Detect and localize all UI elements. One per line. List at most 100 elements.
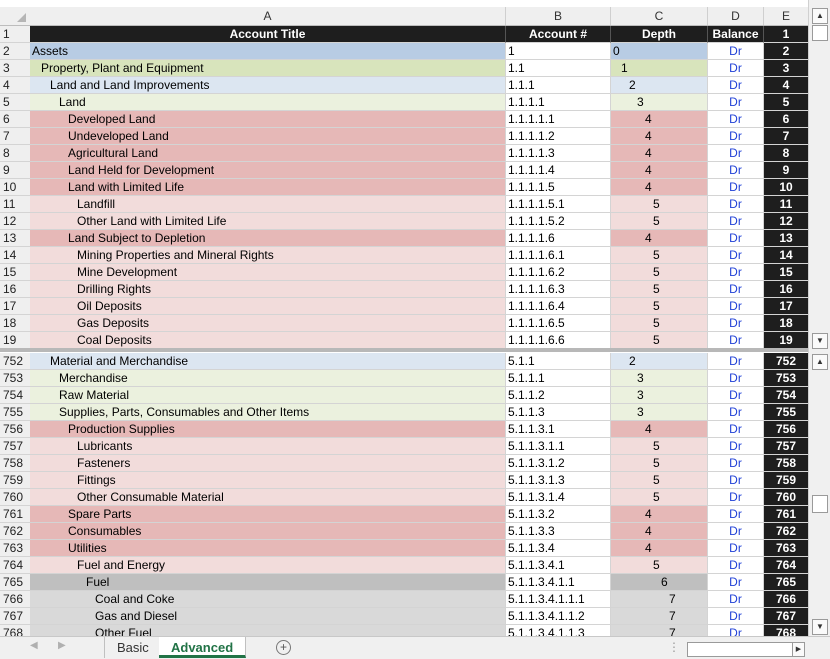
e-value-cell[interactable]: 758 <box>764 455 808 472</box>
balance-cell[interactable]: Dr <box>708 145 764 162</box>
e-value-cell[interactable]: 14 <box>764 247 808 264</box>
row-number[interactable]: 6 <box>0 111 33 128</box>
account-number-cell[interactable]: 5.1.1.3.2 <box>506 506 611 523</box>
account-title-cell[interactable]: Other Fuel <box>30 625 506 636</box>
balance-cell[interactable]: Dr <box>708 455 764 472</box>
vertical-scrollbar[interactable]: ▲ ▼ ▲ ▼ <box>808 0 830 636</box>
row-number[interactable]: 19 <box>0 332 33 349</box>
account-number-cell[interactable]: 1.1.1.1.6.5 <box>506 315 611 332</box>
e-value-cell[interactable]: 753 <box>764 370 808 387</box>
balance-cell[interactable]: Dr <box>708 404 764 421</box>
row-number[interactable]: 16 <box>0 281 33 298</box>
e-value-cell[interactable]: 766 <box>764 591 808 608</box>
depth-cell[interactable]: 4 <box>611 162 708 179</box>
account-title-cell[interactable]: Coal Deposits <box>30 332 506 349</box>
account-number-cell[interactable]: 1.1.1.1.5 <box>506 179 611 196</box>
balance-cell[interactable]: Dr <box>708 179 764 196</box>
spreadsheet-grid[interactable]: A B C D E 1 Account Title Account # Dept… <box>0 0 808 636</box>
column-header-c[interactable]: C <box>611 7 708 25</box>
sheet-tab-advanced[interactable]: Advanced <box>159 637 247 658</box>
account-number-cell[interactable]: 5.1.1.3.3 <box>506 523 611 540</box>
balance-cell[interactable]: Dr <box>708 213 764 230</box>
balance-cell[interactable]: Dr <box>708 506 764 523</box>
account-number-cell[interactable]: 5.1.1.3.4.1 <box>506 557 611 574</box>
balance-cell[interactable]: Dr <box>708 315 764 332</box>
depth-cell[interactable]: 5 <box>611 489 708 506</box>
balance-cell[interactable]: Dr <box>708 196 764 213</box>
account-title-cell[interactable]: Gas Deposits <box>30 315 506 332</box>
account-number-cell[interactable]: 1.1 <box>506 60 611 77</box>
e-value-cell[interactable]: 767 <box>764 608 808 625</box>
balance-cell[interactable]: Dr <box>708 421 764 438</box>
e-value-cell[interactable]: 10 <box>764 179 808 196</box>
account-title-cell[interactable]: Material and Merchandise <box>30 353 506 370</box>
balance-cell[interactable]: Dr <box>708 281 764 298</box>
row-number[interactable]: 8 <box>0 145 33 162</box>
depth-cell[interactable]: 5 <box>611 247 708 264</box>
e-value-cell[interactable]: 759 <box>764 472 808 489</box>
scroll-thumb-top[interactable] <box>812 25 828 41</box>
depth-cell[interactable]: 4 <box>611 421 708 438</box>
depth-cell[interactable]: 5 <box>611 281 708 298</box>
account-title-cell[interactable]: Utilities <box>30 540 506 557</box>
balance-cell[interactable]: Dr <box>708 264 764 281</box>
e-value-cell[interactable]: 752 <box>764 353 808 370</box>
account-title-cell[interactable]: Developed Land <box>30 111 506 128</box>
account-number-cell[interactable]: 1.1.1.1.6.1 <box>506 247 611 264</box>
e-value-cell[interactable]: 762 <box>764 523 808 540</box>
account-title-cell[interactable]: Assets <box>30 43 506 60</box>
depth-cell[interactable]: 5 <box>611 332 708 349</box>
column-header-b[interactable]: B <box>506 7 611 25</box>
e-value-cell[interactable]: 760 <box>764 489 808 506</box>
depth-cell[interactable]: 4 <box>611 179 708 196</box>
balance-cell[interactable]: Dr <box>708 247 764 264</box>
balance-cell[interactable]: Dr <box>708 353 764 370</box>
depth-cell[interactable]: 6 <box>611 574 708 591</box>
depth-cell[interactable]: 3 <box>611 370 708 387</box>
account-title-cell[interactable]: Spare Parts <box>30 506 506 523</box>
account-number-cell[interactable]: 5.1.1.3.1.3 <box>506 472 611 489</box>
triangle-right-icon[interactable]: ▶ <box>792 642 805 657</box>
account-number-cell[interactable]: 5.1.1.2 <box>506 387 611 404</box>
row-number[interactable]: 12 <box>0 213 33 230</box>
balance-cell[interactable]: Dr <box>708 591 764 608</box>
account-number-cell[interactable]: 1.1.1.1.4 <box>506 162 611 179</box>
account-number-cell[interactable]: 5.1.1.3.4.1.1.1 <box>506 591 611 608</box>
row-number[interactable]: 9 <box>0 162 33 179</box>
account-title-cell[interactable]: Fasteners <box>30 455 506 472</box>
depth-cell[interactable]: 1 <box>611 60 708 77</box>
row-number[interactable]: 758 <box>0 455 33 472</box>
header-depth[interactable]: Depth <box>611 26 708 43</box>
balance-cell[interactable]: Dr <box>708 111 764 128</box>
account-title-cell[interactable]: Coal and Coke <box>30 591 506 608</box>
balance-cell[interactable]: Dr <box>708 438 764 455</box>
e-value-cell[interactable]: 17 <box>764 298 808 315</box>
depth-cell[interactable]: 3 <box>611 94 708 111</box>
depth-cell[interactable]: 3 <box>611 404 708 421</box>
header-e-value[interactable]: 1 <box>764 26 808 43</box>
account-number-cell[interactable]: 5.1.1.3.1 <box>506 421 611 438</box>
e-value-cell[interactable]: 7 <box>764 128 808 145</box>
account-number-cell[interactable]: 1.1.1.1.6.4 <box>506 298 611 315</box>
row-number[interactable]: 753 <box>0 370 33 387</box>
account-number-cell[interactable]: 5.1.1.3.1.4 <box>506 489 611 506</box>
triangle-up-icon[interactable]: ▲ <box>812 354 828 370</box>
triangle-down-icon[interactable]: ▼ <box>812 619 828 635</box>
depth-cell[interactable]: 5 <box>611 213 708 230</box>
depth-cell[interactable]: 5 <box>611 557 708 574</box>
triangle-up-icon[interactable]: ▲ <box>812 8 828 24</box>
horizontal-scrollbar[interactable] <box>687 642 805 657</box>
e-value-cell[interactable]: 2 <box>764 43 808 60</box>
e-value-cell[interactable]: 754 <box>764 387 808 404</box>
e-value-cell[interactable]: 11 <box>764 196 808 213</box>
header-balance[interactable]: Balance <box>708 26 764 43</box>
row-number[interactable]: 13 <box>0 230 33 247</box>
account-title-cell[interactable]: Fuel <box>30 574 506 591</box>
e-value-cell[interactable]: 755 <box>764 404 808 421</box>
account-number-cell[interactable]: 5.1.1 <box>506 353 611 370</box>
account-number-cell[interactable]: 5.1.1.3.4.1.1.3 <box>506 625 611 636</box>
e-value-cell[interactable]: 761 <box>764 506 808 523</box>
e-value-cell[interactable]: 765 <box>764 574 808 591</box>
account-title-cell[interactable]: Fittings <box>30 472 506 489</box>
depth-cell[interactable]: 5 <box>611 438 708 455</box>
